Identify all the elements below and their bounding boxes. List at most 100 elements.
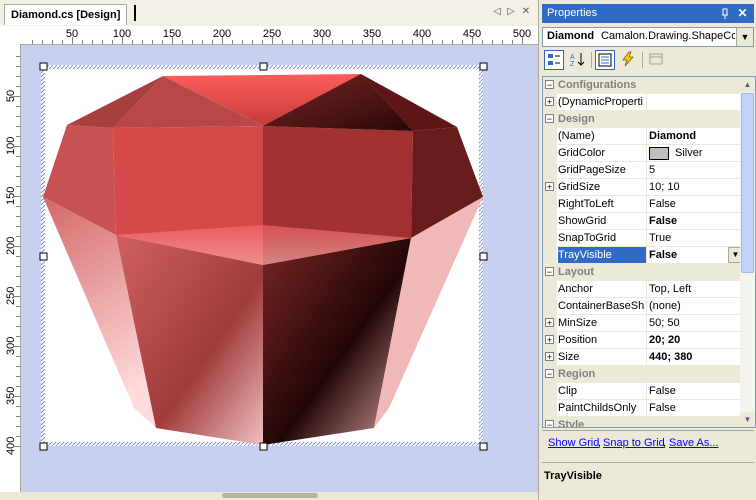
- property-name[interactable]: Clip: [558, 383, 647, 400]
- property-value[interactable]: Top, Left: [647, 281, 743, 298]
- expand-icon[interactable]: +: [545, 335, 554, 345]
- property-row-showgrid[interactable]: ShowGrid False: [543, 213, 743, 230]
- categorized-icon[interactable]: [544, 50, 564, 70]
- property-name[interactable]: GridSize: [558, 179, 647, 196]
- property-value[interactable]: False: [647, 213, 743, 230]
- category-layout[interactable]: − Layout: [543, 264, 741, 281]
- scroll-tabs-right-icon[interactable]: ▷: [505, 6, 517, 18]
- object-selector[interactable]: Diamond Camalon.Drawing.ShapeCo ▼: [542, 27, 754, 47]
- expand-icon[interactable]: +: [545, 182, 554, 192]
- property-value[interactable]: Diamond: [647, 128, 743, 145]
- ruler-tick: [16, 276, 20, 277]
- ruler-tick: [16, 426, 20, 427]
- scroll-thumb[interactable]: [741, 93, 754, 273]
- scroll-thumb[interactable]: [222, 493, 318, 498]
- property-value[interactable]: False ▼: [647, 247, 743, 264]
- property-row-minsize[interactable]: + MinSize 50; 50: [543, 315, 743, 332]
- property-name[interactable]: TrayVisible: [558, 247, 647, 264]
- property-name[interactable]: ContainerBaseSh: [558, 298, 647, 315]
- chevron-down-icon[interactable]: ▼: [736, 28, 753, 46]
- expand-icon[interactable]: +: [545, 352, 554, 362]
- category-region[interactable]: − Region: [543, 366, 741, 383]
- alphabetical-icon[interactable]: AZ: [567, 50, 587, 70]
- property-row-position[interactable]: + Position 20; 20: [543, 332, 743, 349]
- property-value[interactable]: 10; 10: [647, 179, 743, 196]
- property-name[interactable]: Size: [558, 349, 647, 366]
- category-design[interactable]: − Design: [543, 111, 741, 128]
- property-row-paintchildsonly[interactable]: PaintChildsOnly False: [543, 400, 743, 417]
- property-name[interactable]: Anchor: [558, 281, 647, 298]
- property-row-gridsize[interactable]: + GridSize 10; 10: [543, 179, 743, 196]
- ruler-tick: [16, 156, 20, 157]
- resize-handle-left[interactable]: [39, 252, 48, 261]
- property-value[interactable]: False: [647, 400, 743, 417]
- property-row-dynamicproperti[interactable]: + (DynamicProperti: [543, 94, 743, 111]
- properties-view-icon[interactable]: [595, 50, 615, 70]
- property-name[interactable]: Position: [558, 332, 647, 349]
- property-name[interactable]: MinSize: [558, 315, 647, 332]
- scroll-down-icon[interactable]: ▼: [740, 412, 755, 427]
- category-configurations[interactable]: − Configurations: [543, 77, 741, 94]
- property-row-snaptogrid[interactable]: SnapToGrid True: [543, 230, 743, 247]
- resize-handle-bottom-right[interactable]: [479, 442, 488, 451]
- property-row-anchor[interactable]: Anchor Top, Left: [543, 281, 743, 298]
- property-row-containerbasesh[interactable]: ContainerBaseSh (none): [543, 298, 743, 315]
- property-value[interactable]: Silver: [647, 145, 743, 162]
- property-row-trayvisible[interactable]: TrayVisible False ▼: [543, 247, 743, 264]
- property-value[interactable]: False: [647, 196, 743, 213]
- property-name[interactable]: RightToLeft: [558, 196, 647, 213]
- property-row-name[interactable]: (Name) Diamond: [543, 128, 743, 145]
- ruler-tick: [13, 346, 20, 347]
- property-row-gridpagesize[interactable]: GridPageSize 5: [543, 162, 743, 179]
- property-name[interactable]: (DynamicProperti: [558, 94, 647, 111]
- expand-icon[interactable]: +: [545, 318, 554, 328]
- property-grid-scrollbar[interactable]: ▲ ▼: [740, 77, 755, 427]
- close-icon[interactable]: ✕: [735, 6, 750, 21]
- property-value[interactable]: 50; 50: [647, 315, 743, 332]
- property-name[interactable]: (Name): [558, 128, 647, 145]
- property-name[interactable]: GridPageSize: [558, 162, 647, 179]
- save-as-link[interactable]: Save As...: [669, 437, 719, 449]
- property-value[interactable]: [647, 94, 743, 111]
- collapse-icon[interactable]: −: [545, 114, 554, 124]
- designer-horizontal-scrollbar[interactable]: [0, 492, 538, 500]
- snap-to-grid-link[interactable]: Snap to Grid: [603, 437, 665, 449]
- show-grid-link[interactable]: Show Grid: [548, 437, 599, 449]
- events-icon[interactable]: [618, 50, 638, 70]
- tab-diamond-design[interactable]: Diamond.cs [Design]: [4, 4, 128, 25]
- property-value[interactable]: False: [647, 383, 743, 400]
- collapse-icon[interactable]: −: [545, 369, 554, 379]
- property-row-righttoleft[interactable]: RightToLeft False: [543, 196, 743, 213]
- property-pages-icon[interactable]: [646, 50, 666, 70]
- collapse-icon[interactable]: −: [545, 267, 554, 277]
- collapse-icon[interactable]: −: [545, 80, 554, 90]
- resize-handle-top[interactable]: [259, 62, 268, 71]
- scroll-tabs-left-icon[interactable]: ◁: [491, 6, 503, 18]
- property-name[interactable]: SnapToGrid: [558, 230, 647, 247]
- resize-handle-bottom-left[interactable]: [39, 442, 48, 451]
- resize-handle-right[interactable]: [479, 252, 488, 261]
- property-name[interactable]: GridColor: [558, 145, 647, 162]
- close-tab-icon[interactable]: ✕: [520, 6, 532, 18]
- scroll-up-icon[interactable]: ▲: [740, 77, 755, 92]
- property-value[interactable]: True: [647, 230, 743, 247]
- comma-separator: ,: [663, 437, 667, 449]
- category-style[interactable]: − Style: [543, 417, 741, 427]
- design-surface[interactable]: [21, 45, 538, 492]
- ruler-tick: [112, 40, 113, 44]
- property-name[interactable]: PaintChildsOnly: [558, 400, 647, 417]
- property-value[interactable]: 440; 380: [647, 349, 743, 366]
- property-row-gridcolor[interactable]: GridColor Silver: [543, 145, 743, 162]
- pin-icon[interactable]: [717, 6, 732, 21]
- resize-handle-bottom[interactable]: [259, 442, 268, 451]
- property-row-size[interactable]: + Size 440; 380: [543, 349, 743, 366]
- resize-handle-top-right[interactable]: [479, 62, 488, 71]
- property-row-clip[interactable]: Clip False: [543, 383, 743, 400]
- resize-handle-top-left[interactable]: [39, 62, 48, 71]
- property-value[interactable]: 5: [647, 162, 743, 179]
- property-value[interactable]: 20; 20: [647, 332, 743, 349]
- property-value[interactable]: (none): [647, 298, 743, 315]
- property-name[interactable]: ShowGrid: [558, 213, 647, 230]
- collapse-icon[interactable]: −: [545, 420, 554, 427]
- expand-icon[interactable]: +: [545, 97, 554, 107]
